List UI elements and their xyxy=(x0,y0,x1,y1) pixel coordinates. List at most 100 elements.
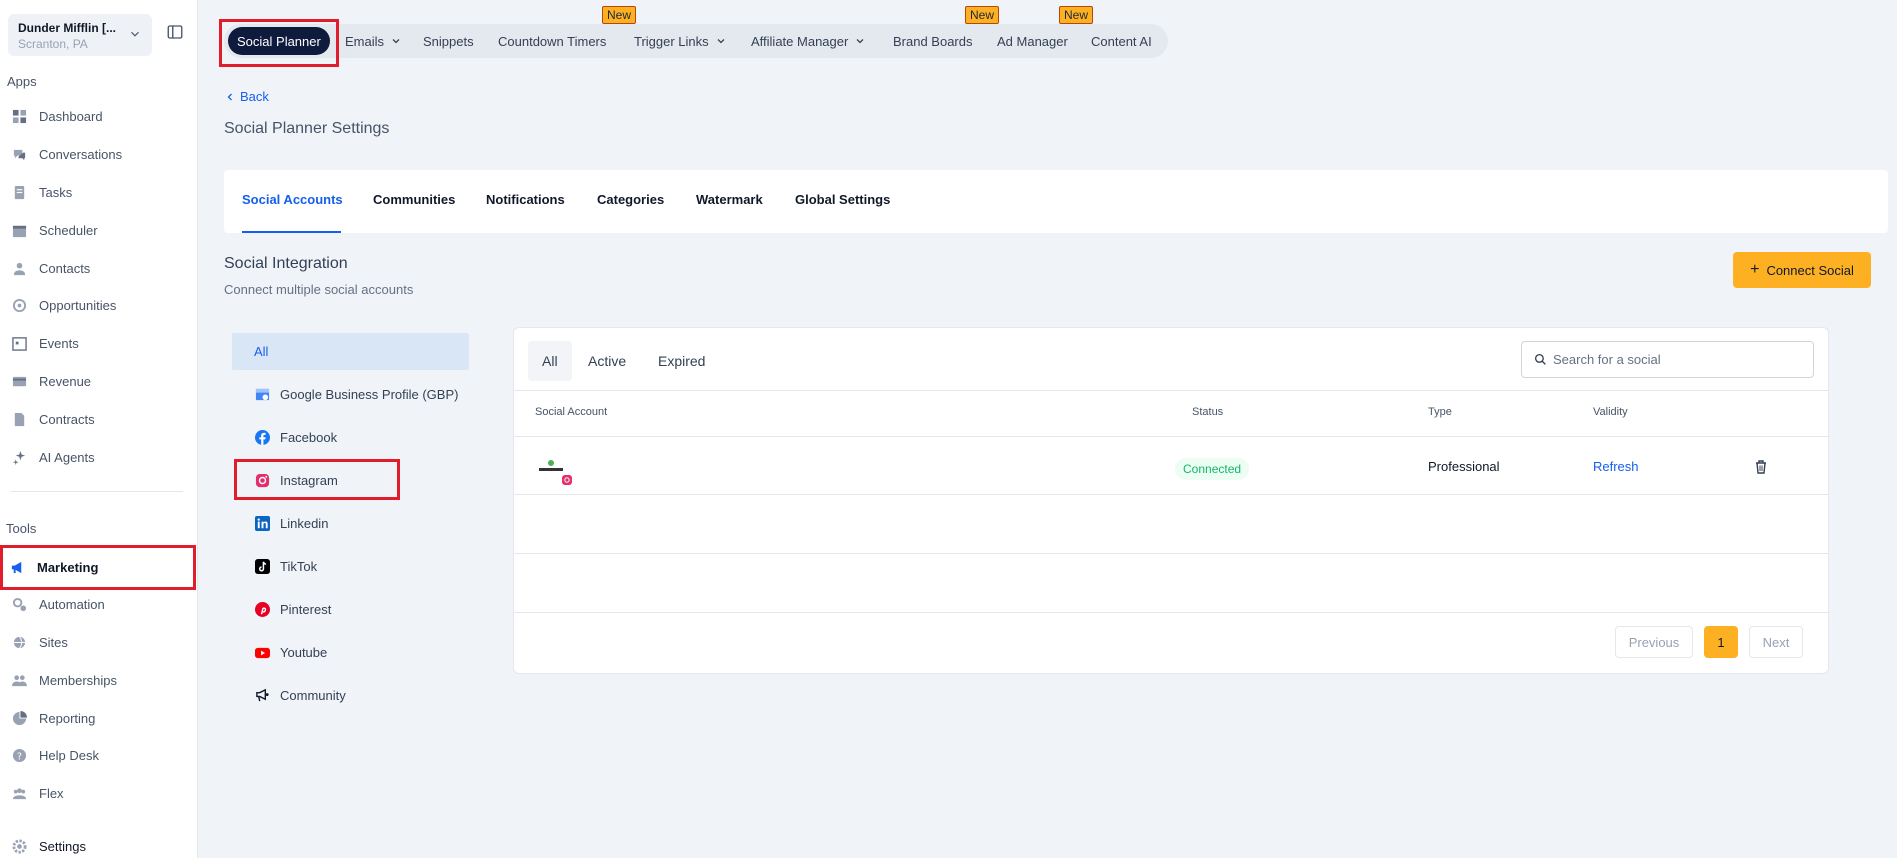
filter-label: Google Business Profile (GBP) xyxy=(280,387,459,402)
tab-label: Ad Manager xyxy=(997,33,1068,49)
linkedin-icon xyxy=(254,516,270,532)
filter-community[interactable]: Community xyxy=(232,677,469,714)
filter-instagram[interactable]: Instagram xyxy=(232,462,469,499)
tasks-icon xyxy=(10,183,28,201)
pinterest-icon xyxy=(254,602,270,618)
chevron-down-icon xyxy=(717,39,725,44)
sidebar-item-contracts[interactable]: Contracts xyxy=(10,406,190,432)
new-badge: New xyxy=(1059,6,1094,24)
sidebar-collapse-icon[interactable] xyxy=(166,23,184,41)
previous-page-button[interactable]: Previous xyxy=(1615,626,1693,658)
filter-label: Instagram xyxy=(280,473,338,488)
sidebar-item-tasks[interactable]: Tasks xyxy=(10,179,190,205)
connect-social-button[interactable]: + Connect Social xyxy=(1733,252,1871,288)
sidebar-item-label: Help Desk xyxy=(39,747,99,763)
community-icon xyxy=(254,688,270,704)
connect-social-label: Connect Social xyxy=(1766,262,1854,278)
filter-all[interactable]: All xyxy=(232,333,469,370)
top-navigation: Social Planner Emails Snippets Countdown… xyxy=(224,24,1168,58)
sidebar-item-marketing[interactable]: Marketing xyxy=(8,554,188,580)
sidebar-item-scheduler[interactable]: Scheduler xyxy=(10,217,190,243)
sidebar-item-flex[interactable]: Flex xyxy=(10,780,190,806)
tab-global-settings[interactable]: Global Settings xyxy=(795,192,890,207)
active-tab-indicator xyxy=(242,231,341,233)
tab-emails[interactable]: Emails xyxy=(345,24,402,58)
plus-icon: + xyxy=(1750,261,1760,278)
filter-label: Youtube xyxy=(280,645,328,660)
search-field[interactable] xyxy=(1521,341,1814,378)
sidebar-item-label: Settings xyxy=(39,838,86,854)
tab-content-ai[interactable]: Content AI xyxy=(1091,24,1152,58)
tab-brand-boards[interactable]: Brand Boards xyxy=(893,24,973,58)
tab-label: Brand Boards xyxy=(893,33,973,49)
new-badge: New xyxy=(602,6,637,24)
filter-linkedin[interactable]: Linkedin xyxy=(232,505,469,542)
tab-countdown-timers[interactable]: Countdown Timers xyxy=(498,24,606,58)
events-icon xyxy=(10,334,28,352)
refresh-link[interactable]: Refresh xyxy=(1593,459,1639,474)
calendar-icon xyxy=(10,221,28,239)
section-title: Social Integration xyxy=(224,255,348,272)
tab-social-accounts[interactable]: Social Accounts xyxy=(242,192,343,207)
sidebar-item-events[interactable]: Events xyxy=(10,330,190,356)
sidebar-item-sites[interactable]: Sites xyxy=(10,629,190,655)
sidebar-item-label: Scheduler xyxy=(39,222,98,238)
back-link[interactable]: Back xyxy=(224,89,269,104)
ai-agents-icon xyxy=(10,448,28,466)
next-page-button[interactable]: Next xyxy=(1749,626,1803,658)
divider xyxy=(514,436,1828,437)
tab-trigger-links[interactable]: Trigger Links xyxy=(634,24,727,58)
trash-icon[interactable] xyxy=(1753,459,1769,475)
filter-label: Facebook xyxy=(280,430,338,445)
youtube-icon xyxy=(254,645,270,661)
sidebar-item-revenue[interactable]: Revenue xyxy=(10,368,190,394)
sidebar-item-label: Contracts xyxy=(39,411,95,427)
filter-facebook[interactable]: Facebook xyxy=(232,419,469,456)
location-name: Dunder Mifflin [... xyxy=(18,21,116,35)
sidebar: Dunder Mifflin [... Scranton, PA Apps Da… xyxy=(0,0,198,858)
sidebar-item-label: Reporting xyxy=(39,710,96,726)
filter-label: Community xyxy=(280,688,346,703)
sidebar-item-label: Automation xyxy=(39,596,105,612)
divider xyxy=(514,612,1828,613)
search-input[interactable] xyxy=(1553,352,1793,367)
status-tab-all[interactable]: All xyxy=(528,341,572,381)
tab-ad-manager[interactable]: Ad Manager xyxy=(997,24,1068,58)
sidebar-item-reporting[interactable]: Reporting xyxy=(10,705,190,731)
tab-social-planner[interactable]: Social Planner xyxy=(228,27,330,55)
sidebar-item-conversations[interactable]: Conversations xyxy=(10,141,190,167)
instagram-icon xyxy=(254,473,270,489)
sidebar-item-label: Flex xyxy=(39,785,64,801)
tab-snippets[interactable]: Snippets xyxy=(423,24,474,58)
tab-notifications[interactable]: Notifications xyxy=(486,192,565,207)
sidebar-item-dashboard[interactable]: Dashboard xyxy=(10,103,190,129)
revenue-icon xyxy=(10,372,28,390)
sidebar-item-automation[interactable]: Automation xyxy=(10,591,190,617)
filter-google-business[interactable]: Google Business Profile (GBP) xyxy=(232,376,469,413)
sidebar-item-settings[interactable]: Settings xyxy=(10,833,190,858)
location-switcher[interactable]: Dunder Mifflin [... Scranton, PA xyxy=(8,14,152,56)
tab-categories[interactable]: Categories xyxy=(597,192,664,207)
social-accounts-table-card: All Active Expired Social Account Status… xyxy=(513,327,1829,674)
sidebar-item-label: Dashboard xyxy=(39,108,103,124)
status-tab-active[interactable]: Active xyxy=(574,341,640,381)
gear-icon xyxy=(10,837,28,855)
tab-communities[interactable]: Communities xyxy=(373,192,455,207)
page-number-button[interactable]: 1 xyxy=(1704,626,1738,658)
tab-affiliate-manager[interactable]: Affiliate Manager xyxy=(751,24,866,58)
search-icon xyxy=(1534,353,1546,365)
sidebar-item-memberships[interactable]: Memberships xyxy=(10,667,190,693)
sidebar-item-label: Conversations xyxy=(39,146,123,162)
sidebar-item-contacts[interactable]: Contacts xyxy=(10,255,190,281)
sidebar-item-help-desk[interactable]: ? Help Desk xyxy=(10,742,190,768)
status-tab-expired[interactable]: Expired xyxy=(644,341,719,381)
location-subtitle: Scranton, PA xyxy=(18,37,88,51)
sidebar-item-label: Revenue xyxy=(39,373,92,389)
filter-youtube[interactable]: Youtube xyxy=(232,634,469,671)
sidebar-item-ai-agents[interactable]: AI Agents xyxy=(10,444,190,470)
filter-pinterest[interactable]: Pinterest xyxy=(232,591,469,628)
filter-tiktok[interactable]: TikTok xyxy=(232,548,469,585)
sidebar-item-opportunities[interactable]: Opportunities xyxy=(10,292,190,318)
flex-icon xyxy=(10,784,28,802)
tab-watermark[interactable]: Watermark xyxy=(696,192,763,207)
